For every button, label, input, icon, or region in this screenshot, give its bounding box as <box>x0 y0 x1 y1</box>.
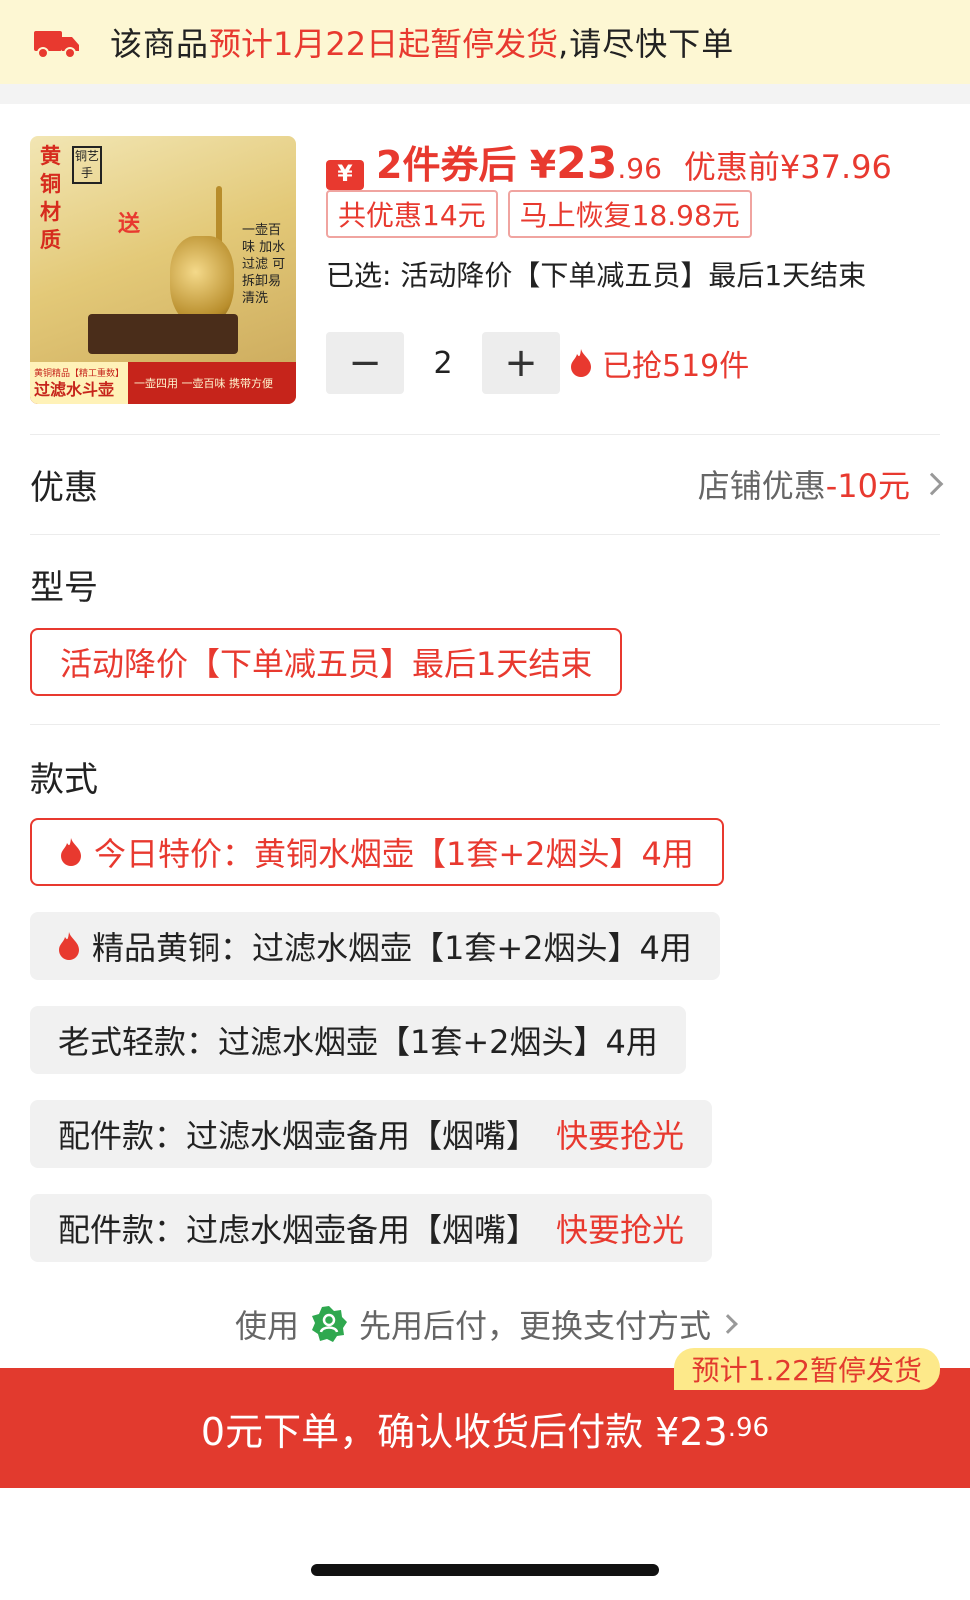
payment-use-label: 使用 <box>234 1307 299 1345</box>
thumbnail-banner-small: 黄铜精品【精工重数】 <box>34 369 125 379</box>
style-option[interactable]: 今日特价：黄铜水烟壶【1套+2烟头】4用 <box>30 818 724 886</box>
price-after-coupon: 2件券后 ¥23.96 <box>376 134 662 189</box>
discount-tag: 马上恢复18.98元 <box>507 190 752 238</box>
cta-text: 0元下单，确认收货后付款 ¥23 <box>200 1409 728 1454</box>
home-indicator[interactable] <box>311 1564 659 1576</box>
thumbnail-banner: 黄铜精品【精工重数】 过滤水斗壶 一壶四用 一壶百味 携带方便 <box>30 362 296 404</box>
low-stock-tag: 快要抢光 <box>556 1117 685 1155</box>
price-prefix: 2件券后 <box>376 143 517 187</box>
decrease-button[interactable]: − <box>326 332 404 394</box>
thumbnail-vase <box>170 236 234 326</box>
price-decimal: .96 <box>617 152 662 185</box>
thumbnail-title: 黄铜材质 <box>40 143 61 252</box>
low-stock-tag: 快要抢光 <box>556 1211 685 1249</box>
thumbnail-banner-big: 过滤水斗壶 <box>34 380 115 399</box>
increase-button[interactable]: + <box>482 332 560 394</box>
discount-tag: 共优惠14元 <box>326 190 498 238</box>
price-line: ¥ 2件券后 ¥23.96 优惠前¥37.96 <box>326 134 892 190</box>
pay-later-badge-icon <box>312 1306 347 1342</box>
shop-discount-label: 店铺优惠 <box>697 467 826 505</box>
style-option-text: 今日特价：黄铜水烟壶【1套+2烟头】4用 <box>94 835 694 873</box>
price-symbol: ¥ <box>529 143 557 187</box>
shop-discount-amount: -10元 <box>825 467 910 505</box>
fire-icon <box>59 932 79 960</box>
fire-icon <box>61 838 81 866</box>
sold-count: 已抢519件 <box>570 341 749 385</box>
style-option[interactable]: 老式轻款：过滤水烟壶【1套+2烟头】4用 <box>30 1006 686 1074</box>
original-price: 优惠前¥37.96 <box>683 148 892 186</box>
shipping-pause-badge: 预计1.22暂停发货 <box>673 1348 940 1390</box>
coupon-icon: ¥ <box>326 160 364 190</box>
model-option[interactable]: 活动降价【下单减五员】最后1天结束 <box>30 628 623 696</box>
chevron-right-icon <box>920 472 944 496</box>
thumbnail-gift: 送 <box>118 212 141 237</box>
divider <box>30 724 940 725</box>
style-option-text: 老式轻款：过滤水烟壶【1套+2烟头】4用 <box>58 1023 658 1061</box>
thumbnail-vertical-text: 一壶百味 加水过滤 可拆卸易清洗 <box>242 223 286 306</box>
chevron-right-icon <box>718 1314 738 1334</box>
style-option-text: 精品黄铜：过滤水烟壶【1套+2烟头】4用 <box>92 929 692 967</box>
notice-suffix: ,请尽快下单 <box>558 25 735 63</box>
sold-count-text: 已抢519件 <box>602 349 750 384</box>
model-option-text: 活动降价【下单减五员】最后1天结束 <box>60 645 593 683</box>
product-summary: 黄铜材质 铜艺手 送 一壶百味 加水过滤 可拆卸易清洗 黄铜精品【精工重数】 过… <box>0 104 970 434</box>
discount-tags: 共优惠14元 马上恢复18.98元 <box>326 190 752 238</box>
thumbnail-stand <box>88 314 238 354</box>
thumbnail-banner-left: 黄铜精品【精工重数】 过滤水斗壶 <box>30 362 129 404</box>
style-label: 款式 <box>30 760 98 800</box>
style-option[interactable]: 配件款：过滤水烟壶备用【烟嘴】 快要抢光 <box>30 1100 713 1168</box>
discount-row[interactable]: 优惠 店铺优惠 -10元 <box>30 436 944 532</box>
style-option[interactable]: 配件款：过虑水烟壶备用【烟嘴】 快要抢光 <box>30 1194 713 1262</box>
divider <box>30 534 940 535</box>
style-option[interactable]: 精品黄铜：过滤水烟壶【1套+2烟头】4用 <box>30 912 720 980</box>
notice-highlight: 预计1月22日起暂停发货 <box>209 25 559 63</box>
quantity-value[interactable]: 2 <box>404 346 482 381</box>
model-label: 型号 <box>30 568 98 608</box>
shipping-notice: 该商品 预计1月22日起暂停发货 ,请尽快下单 <box>0 0 970 84</box>
shop-discount: 店铺优惠 -10元 <box>697 461 944 507</box>
divider <box>30 434 940 435</box>
quantity-stepper: − 2 + 已抢519件 <box>326 332 749 394</box>
thumbnail-banner-right: 一壶四用 一壶百味 携带方便 <box>134 377 274 390</box>
product-thumbnail[interactable]: 黄铜材质 铜艺手 送 一壶百味 加水过滤 可拆卸易清洗 黄铜精品【精工重数】 过… <box>30 136 296 404</box>
discount-label: 优惠 <box>30 467 98 508</box>
thumbnail-seal: 铜艺手 <box>72 146 102 184</box>
fire-icon <box>571 349 591 377</box>
section-gap <box>0 84 970 104</box>
cta-decimal: .96 <box>727 1413 770 1443</box>
selected-variant: 已选: 活动降价【下单减五员】最后1天结束 <box>326 259 867 292</box>
style-option-text: 配件款：过滤水烟壶备用【烟嘴】 <box>58 1117 539 1155</box>
notice-prefix: 该商品 <box>110 25 210 63</box>
payment-method-text: 先用后付，更换支付方式 <box>359 1307 712 1345</box>
truck-icon <box>34 31 79 59</box>
style-option-text: 配件款：过虑水烟壶备用【烟嘴】 <box>58 1211 539 1249</box>
price-integer: 23 <box>556 138 618 189</box>
